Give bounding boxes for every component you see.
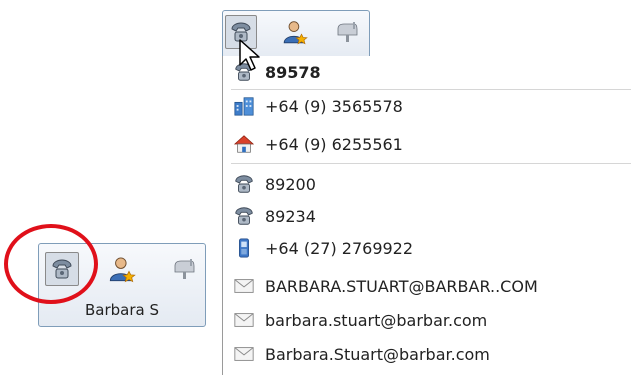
mailbox-button[interactable] (331, 15, 363, 49)
phone-icon (50, 257, 74, 281)
contact-button[interactable] (105, 252, 139, 286)
menu-item-label: +64 (9) 6255561 (265, 134, 403, 154)
office-icon (233, 95, 255, 117)
email-icon (233, 343, 255, 365)
phone-icon (233, 173, 255, 195)
menu-item-email-2[interactable]: barbara.stuart@barbar.com (233, 306, 487, 334)
menu-item-extension-2[interactable]: 89200 (233, 170, 316, 198)
contact-name: Barbara S (84, 301, 159, 319)
contact-card[interactable]: Barbara S (38, 243, 206, 327)
person-star-icon (282, 19, 308, 45)
menu-item-label: +64 (9) 3565578 (265, 96, 403, 116)
menu-item-label: 89578 (265, 62, 321, 82)
home-icon (233, 133, 255, 155)
email-icon (233, 275, 255, 297)
menu-item-label: barbara.stuart@barbar.com (265, 310, 488, 330)
phone-button[interactable] (45, 252, 79, 286)
menu-item-label: 89234 (265, 206, 316, 226)
menu-item-email-3[interactable]: Barbara.Stuart@barbar.com (233, 340, 490, 368)
menu-separator (231, 163, 631, 164)
menu-item-home-phone[interactable]: +64 (9) 6255561 (233, 130, 403, 158)
menu-item-label: BARBARA.STUART@BARBAR..COM (265, 276, 538, 296)
phone-dropdown-menu: 89578 +64 (9) 3565578 +64 (9) 6255561 89… (222, 56, 638, 375)
mailbox-button[interactable] (167, 252, 201, 286)
menu-item-email-1[interactable]: BARBARA.STUART@BARBAR..COM (233, 272, 538, 300)
mobile-icon (233, 237, 255, 259)
person-star-icon (108, 255, 136, 283)
menu-item-label: +64 (27) 2769922 (265, 238, 414, 258)
mailbox-icon (335, 20, 359, 44)
phone-icon (233, 205, 255, 227)
menu-item-mobile[interactable]: +64 (27) 2769922 (233, 234, 413, 262)
email-icon (233, 309, 255, 331)
menu-item-extension-3[interactable]: 89234 (233, 202, 316, 230)
menu-item-work-phone[interactable]: +64 (9) 3565578 (233, 92, 403, 120)
contact-button[interactable] (279, 15, 311, 49)
menu-item-label: 89200 (265, 174, 316, 194)
mailbox-icon (172, 257, 196, 281)
menu-separator (231, 89, 631, 90)
mouse-cursor-icon (239, 39, 260, 71)
menu-item-label: Barbara.Stuart@barbar.com (265, 344, 490, 364)
